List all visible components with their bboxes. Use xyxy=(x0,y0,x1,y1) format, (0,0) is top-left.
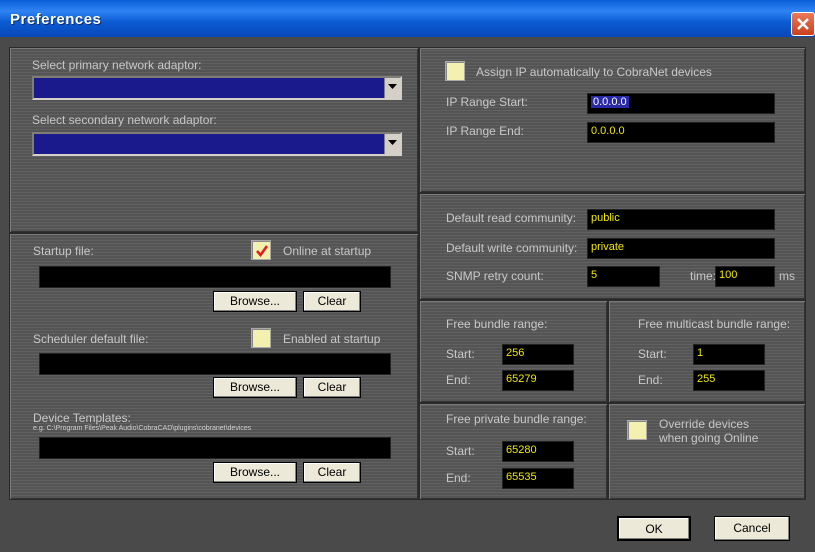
enabled-at-startup-label: Enabled at startup xyxy=(283,332,381,346)
primary-adaptor-dropdown-button[interactable] xyxy=(384,78,400,98)
private-end-input[interactable]: 65535 xyxy=(502,468,574,489)
ip-range-end-input[interactable]: 0.0.0.0 xyxy=(587,122,775,143)
multicast-start-input[interactable]: 1 xyxy=(693,344,765,365)
ip-range-start-label: IP Range Start: xyxy=(446,95,528,109)
multicast-end-input[interactable]: 255 xyxy=(693,370,765,391)
free-bundle-panel: Free bundle range: Start: 256 End: 65279 xyxy=(419,300,608,403)
device-templates-label: Device Templates: xyxy=(33,411,131,425)
retry-time-unit: ms xyxy=(779,269,795,283)
private-start-input[interactable]: 65280 xyxy=(502,441,574,462)
override-devices-label-line2: when going Online xyxy=(659,431,759,445)
free-private-title: Free private bundle range: xyxy=(446,412,587,426)
chevron-down-icon xyxy=(388,140,397,145)
scheduler-file-label: Scheduler default file: xyxy=(33,332,149,346)
retry-time-input[interactable]: 100 xyxy=(715,266,775,287)
override-devices-label-line1: Override devices xyxy=(659,417,750,431)
bundle-end-input[interactable]: 65279 xyxy=(502,370,574,391)
primary-adaptor-label: Select primary network adaptor: xyxy=(32,58,202,72)
assign-ip-label: Assign IP automatically to CobraNet devi… xyxy=(476,65,712,79)
override-devices-checkbox[interactable] xyxy=(627,420,647,440)
preferences-window: Preferences Select primary network adapt… xyxy=(0,0,815,552)
snmp-panel: Default read community: public Default w… xyxy=(419,193,806,300)
private-start-label: Start: xyxy=(446,444,475,458)
ip-range-end-label: IP Range End: xyxy=(446,124,524,138)
window-title: Preferences xyxy=(10,11,102,28)
retry-count-input[interactable]: 5 xyxy=(587,266,660,287)
close-button[interactable] xyxy=(791,12,815,36)
chevron-down-icon xyxy=(388,84,397,89)
bundle-end-label: End: xyxy=(446,373,471,387)
scheduler-file-input[interactable] xyxy=(39,353,391,375)
read-community-label: Default read community: xyxy=(446,211,577,225)
write-community-input[interactable]: private xyxy=(587,238,775,259)
device-templates-hint: e.g. C:\Program Files\Peak Audio\CobraCA… xyxy=(33,425,252,432)
multicast-start-label: Start: xyxy=(638,347,667,361)
dialog-footer: OK Cancel xyxy=(0,500,815,552)
free-multicast-title: Free multicast bundle range: xyxy=(638,317,791,331)
online-at-startup-label: Online at startup xyxy=(283,244,372,258)
retry-time-label: time: xyxy=(690,269,717,283)
free-bundle-title: Free bundle range: xyxy=(446,317,548,331)
startup-file-label: Startup file: xyxy=(33,244,94,258)
network-adaptor-panel: Select primary network adaptor: Select s… xyxy=(9,47,419,233)
bundle-start-label: Start: xyxy=(446,347,475,361)
online-at-startup-checkbox[interactable] xyxy=(251,240,271,260)
free-private-panel: Free private bundle range: Start: 65280 … xyxy=(419,403,608,500)
startup-clear-button[interactable]: Clear xyxy=(303,291,361,312)
override-panel: Override devices when going Online xyxy=(608,403,806,500)
scheduler-browse-button[interactable]: Browse... xyxy=(213,377,297,398)
startup-file-input[interactable] xyxy=(39,266,391,288)
templates-clear-button[interactable]: Clear xyxy=(303,462,361,483)
primary-adaptor-select[interactable] xyxy=(32,76,402,100)
startup-browse-button[interactable]: Browse... xyxy=(213,291,297,312)
secondary-adaptor-dropdown-button[interactable] xyxy=(384,134,400,154)
title-bar[interactable]: Preferences xyxy=(0,0,815,37)
free-multicast-panel: Free multicast bundle range: Start: 1 En… xyxy=(608,300,806,403)
assign-ip-checkbox[interactable] xyxy=(445,61,465,81)
bundle-start-input[interactable]: 256 xyxy=(502,344,574,365)
read-community-input[interactable]: public xyxy=(587,209,775,230)
ip-range-start-value: 0.0.0.0 xyxy=(591,96,629,108)
secondary-adaptor-label: Select secondary network adaptor: xyxy=(32,113,217,127)
multicast-end-label: End: xyxy=(638,373,663,387)
enabled-at-startup-checkbox[interactable] xyxy=(251,328,271,348)
device-templates-input[interactable] xyxy=(39,437,391,459)
ip-range-start-input[interactable]: 0.0.0.0 xyxy=(587,93,775,114)
templates-browse-button[interactable]: Browse... xyxy=(213,462,297,483)
ip-assignment-panel: Assign IP automatically to CobraNet devi… xyxy=(419,47,806,193)
checkmark-icon xyxy=(256,245,269,258)
files-panel: Startup file: Online at startup Browse..… xyxy=(9,233,419,500)
scheduler-clear-button[interactable]: Clear xyxy=(303,377,361,398)
retry-count-label: SNMP retry count: xyxy=(446,269,544,283)
ok-button[interactable]: OK xyxy=(617,516,691,541)
secondary-adaptor-select[interactable] xyxy=(32,132,402,156)
write-community-label: Default write community: xyxy=(446,241,578,255)
close-icon xyxy=(797,18,809,30)
private-end-label: End: xyxy=(446,471,471,485)
cancel-button[interactable]: Cancel xyxy=(714,516,790,541)
